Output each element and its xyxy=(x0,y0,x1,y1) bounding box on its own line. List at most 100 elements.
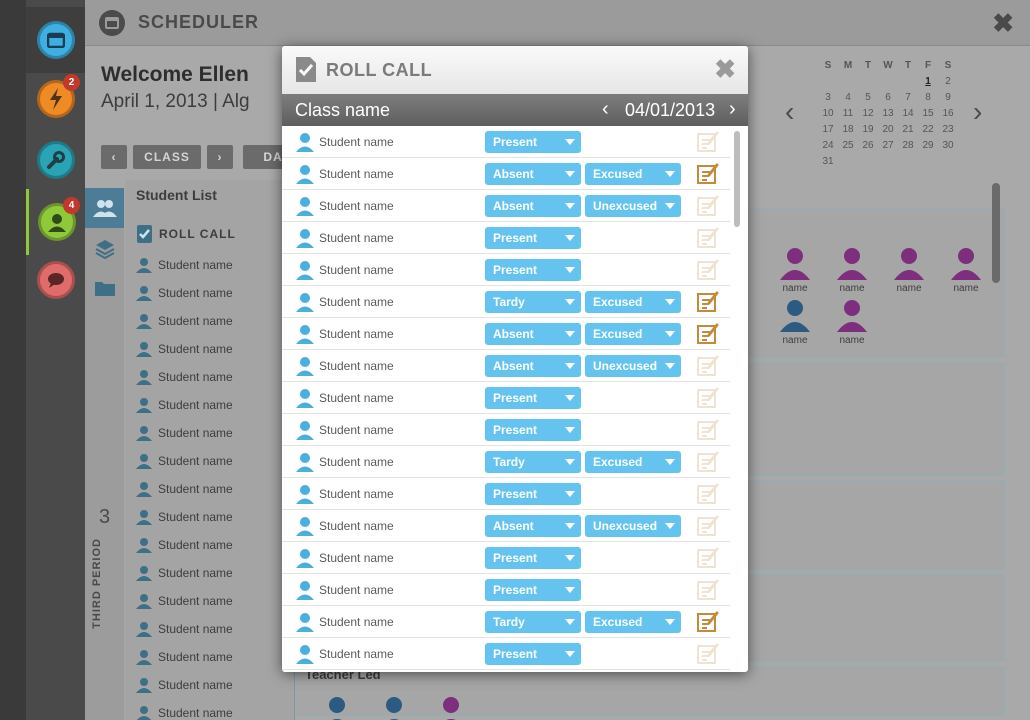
status-dropdown[interactable]: Absent xyxy=(485,323,581,345)
student-list-item[interactable]: Student name xyxy=(136,425,233,441)
sidebar-chat-button[interactable] xyxy=(26,247,85,313)
status-dropdown[interactable]: Tardy xyxy=(485,611,581,633)
status-dropdown[interactable]: Absent xyxy=(485,163,581,185)
reason-dropdown[interactable]: Unexcused xyxy=(585,195,681,217)
date-next-icon[interactable]: › xyxy=(729,98,736,121)
status-dropdown[interactable]: Tardy xyxy=(485,291,581,313)
note-edit-icon[interactable] xyxy=(697,643,719,665)
calendar-day[interactable]: 1 xyxy=(918,76,938,92)
status-dropdown[interactable]: Present xyxy=(485,483,581,505)
seat-student[interactable]: name xyxy=(775,246,815,294)
seat-student[interactable]: name xyxy=(775,298,815,346)
class-button[interactable]: CLASS xyxy=(133,145,201,169)
student-list-item[interactable]: Student name xyxy=(136,649,233,665)
status-dropdown[interactable]: Present xyxy=(485,227,581,249)
calendar-day[interactable]: 5 xyxy=(858,92,878,108)
calendar-day[interactable]: 8 xyxy=(918,92,938,108)
calendar-day[interactable]: 29 xyxy=(918,140,938,156)
app-scrollbar[interactable] xyxy=(992,183,1000,283)
student-list-item[interactable]: Student name xyxy=(136,677,233,693)
calendar-day[interactable]: 27 xyxy=(878,140,898,156)
student-list-item[interactable]: Student name xyxy=(136,537,233,553)
status-dropdown[interactable]: Present xyxy=(485,579,581,601)
calendar-day[interactable]: 9 xyxy=(938,92,958,108)
seat-student[interactable] xyxy=(317,695,357,720)
calendar-day[interactable]: 12 xyxy=(858,108,878,124)
note-edit-icon[interactable] xyxy=(697,227,719,249)
calendar-day[interactable]: 13 xyxy=(878,108,898,124)
reason-dropdown[interactable]: Excused xyxy=(585,451,681,473)
status-dropdown[interactable]: Present xyxy=(485,387,581,409)
dialog-scrollbar[interactable] xyxy=(734,131,740,227)
calendar-day[interactable]: 30 xyxy=(938,140,958,156)
student-list-item[interactable]: Student name xyxy=(136,313,233,329)
calendar-day[interactable]: 10 xyxy=(818,108,838,124)
note-edit-icon[interactable] xyxy=(697,259,719,281)
calendar-day[interactable]: 25 xyxy=(838,140,858,156)
calendar-day[interactable]: 11 xyxy=(838,108,858,124)
note-edit-icon[interactable] xyxy=(697,483,719,505)
student-list-item[interactable]: Student name xyxy=(136,705,233,720)
status-dropdown[interactable]: Absent xyxy=(485,355,581,377)
seat-student[interactable] xyxy=(374,695,414,720)
status-dropdown[interactable]: Tardy xyxy=(485,451,581,473)
status-dropdown[interactable]: Present xyxy=(485,259,581,281)
tab-students[interactable] xyxy=(85,188,124,228)
class-prev-button[interactable]: ‹ xyxy=(101,145,127,169)
sidebar-users-button[interactable]: 4 xyxy=(26,189,85,255)
sidebar-tools-button[interactable] xyxy=(26,127,85,193)
reason-dropdown[interactable]: Excused xyxy=(585,291,681,313)
calendar-day[interactable]: 14 xyxy=(898,108,918,124)
student-list-item[interactable]: Student name xyxy=(136,481,233,497)
note-edit-icon[interactable] xyxy=(697,131,719,153)
reason-dropdown[interactable]: Excused xyxy=(585,323,681,345)
status-dropdown[interactable]: Present xyxy=(485,419,581,441)
seat-student[interactable]: name xyxy=(832,246,872,294)
calendar-day[interactable]: 6 xyxy=(878,92,898,108)
date-prev-icon[interactable]: ‹ xyxy=(602,98,609,121)
student-list-item[interactable]: Student name xyxy=(136,285,233,301)
calendar-day[interactable]: 19 xyxy=(858,124,878,140)
note-edit-icon[interactable] xyxy=(697,419,719,441)
calendar-day[interactable]: 15 xyxy=(918,108,938,124)
seat-student[interactable] xyxy=(431,695,471,720)
calendar-day[interactable]: 18 xyxy=(838,124,858,140)
calendar-day[interactable]: 22 xyxy=(918,124,938,140)
calendar-day[interactable]: 2 xyxy=(938,76,958,92)
student-list-item[interactable]: Student name xyxy=(136,397,233,413)
student-list-item[interactable]: Student name xyxy=(136,341,233,357)
note-edit-icon[interactable] xyxy=(697,451,719,473)
note-edit-icon[interactable] xyxy=(697,611,719,633)
note-edit-icon[interactable] xyxy=(697,163,719,185)
status-dropdown[interactable]: Present xyxy=(485,547,581,569)
student-list-item[interactable]: Student name xyxy=(136,593,233,609)
note-edit-icon[interactable] xyxy=(697,387,719,409)
app-close-icon[interactable]: ✖ xyxy=(992,8,1014,39)
note-edit-icon[interactable] xyxy=(697,515,719,537)
sidebar-calendar-button[interactable] xyxy=(26,7,85,73)
sidebar-alerts-button[interactable]: 2 xyxy=(26,66,85,132)
calendar-day[interactable]: 26 xyxy=(858,140,878,156)
tab-books[interactable] xyxy=(85,228,124,268)
status-dropdown[interactable]: Absent xyxy=(485,515,581,537)
roll-call-link[interactable]: ROLL CALL xyxy=(136,224,236,244)
reason-dropdown[interactable]: Excused xyxy=(585,163,681,185)
seat-student[interactable]: name xyxy=(946,246,986,294)
student-list-item[interactable]: Student name xyxy=(136,257,233,273)
dialog-close-icon[interactable]: ✖ xyxy=(714,54,736,85)
status-dropdown[interactable]: Absent xyxy=(485,195,581,217)
roll-call-list[interactable]: Student name Present Student name Absent Exc… xyxy=(282,126,748,672)
calendar-day[interactable]: 31 xyxy=(818,156,838,172)
student-list-item[interactable]: Student name xyxy=(136,509,233,525)
student-list-item[interactable]: Student name xyxy=(136,565,233,581)
tab-files[interactable] xyxy=(85,268,124,308)
reason-dropdown[interactable]: Unexcused xyxy=(585,515,681,537)
student-list-item[interactable]: Student name xyxy=(136,453,233,469)
calendar-day[interactable]: 23 xyxy=(938,124,958,140)
student-list-item[interactable]: Student name xyxy=(136,621,233,637)
note-edit-icon[interactable] xyxy=(697,355,719,377)
note-edit-icon[interactable] xyxy=(697,579,719,601)
calendar-day[interactable]: 20 xyxy=(878,124,898,140)
note-edit-icon[interactable] xyxy=(697,291,719,313)
calendar-day[interactable]: 7 xyxy=(898,92,918,108)
